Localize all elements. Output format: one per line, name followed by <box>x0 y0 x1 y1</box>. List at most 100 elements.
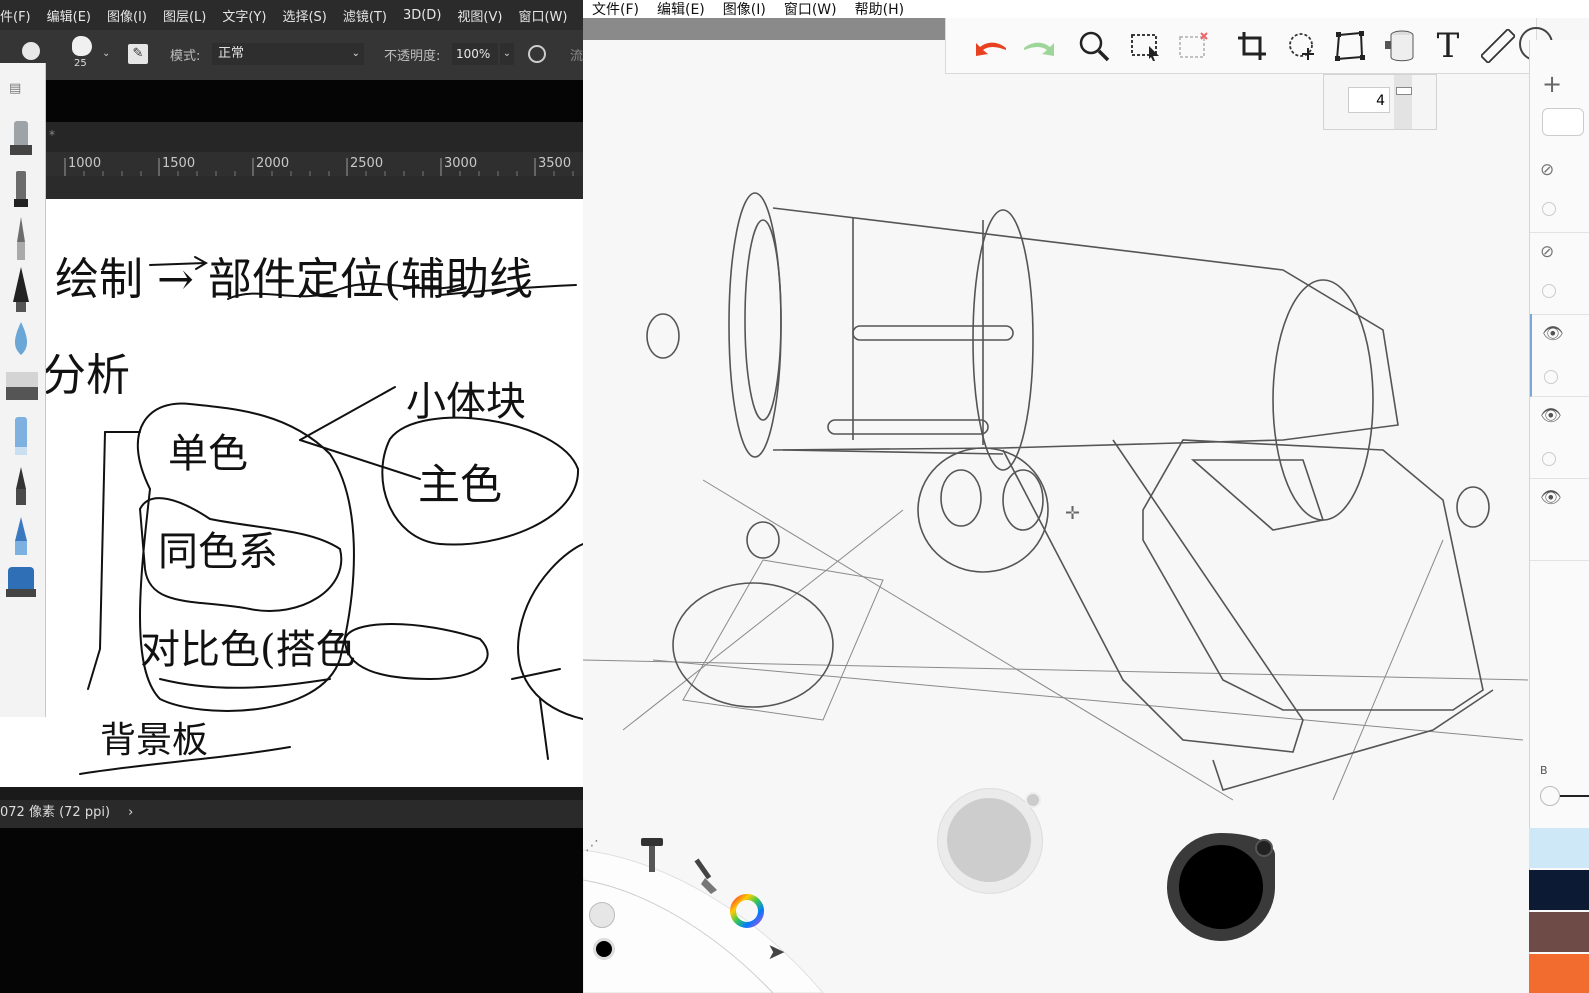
rect-select-button[interactable] <box>1126 26 1166 66</box>
sb-title-strip <box>583 18 945 40</box>
sb-menu-help[interactable]: 帮助(H) <box>846 0 913 19</box>
ps-menu-filter[interactable]: 滤镜(T) <box>335 6 395 25</box>
brush-fine-pen-icon <box>16 467 26 505</box>
add-layer-button[interactable]: + <box>1542 70 1562 98</box>
sb-menu-file[interactable]: 文件(F) <box>583 0 648 19</box>
ps-menu-3d[interactable]: 3D(D) <box>395 8 449 23</box>
brush-blue-pen-icon <box>15 517 27 555</box>
color-puck-primary[interactable] <box>1167 833 1279 945</box>
ruler-icon <box>1481 29 1515 63</box>
current-color-dot[interactable] <box>593 938 615 960</box>
color-swatch[interactable] <box>1529 828 1589 868</box>
layer-row[interactable]: ⊘ <box>1530 150 1589 233</box>
lagoon-pencil-icon[interactable] <box>589 902 615 928</box>
ps-document-tab-strip: * <box>45 122 583 152</box>
layer-row-selected[interactable]: 👁 <box>1530 314 1589 397</box>
chevron-down-icon[interactable]: ⌄ <box>500 43 514 65</box>
note-analysis: 分析 <box>42 350 130 401</box>
distort-icon <box>1335 31 1365 61</box>
color-wheel-icon <box>730 894 764 928</box>
brush-tip-icon[interactable] <box>72 36 92 56</box>
ps-document-canvas[interactable]: 绘制 → 部件定位(辅助线 分析 小体块 主色 单色 同色系 对比色(搭色 背景… <box>0 199 583 787</box>
lagoon-tools-button[interactable] <box>637 834 667 878</box>
hammer-wrench-icon <box>641 838 663 872</box>
ps-menu-type[interactable]: 文字(Y) <box>214 6 274 25</box>
brush-size-input[interactable]: 4 <box>1348 87 1390 113</box>
opacity-slider[interactable] <box>1560 795 1589 797</box>
ps-menu-select[interactable]: 选择(S) <box>274 6 334 25</box>
opacity-label: 不透明度: <box>384 49 441 64</box>
ruler-tick-label: 1500 <box>162 156 196 171</box>
photoshop-window: 件(F) 编辑(E) 图像(I) 图层(L) 文字(Y) 选择(S) 滤镜(T)… <box>0 0 583 993</box>
lagoon-color-wheel-button[interactable] <box>729 893 765 933</box>
ps-menu-edit[interactable]: 编辑(E) <box>39 6 99 25</box>
color-puck-secondary[interactable] <box>937 788 1045 894</box>
eye-visible-icon[interactable]: 👁 <box>1542 324 1564 344</box>
distort-button[interactable] <box>1330 26 1370 66</box>
document-tab-modified[interactable]: * <box>49 128 55 142</box>
color-swatch[interactable] <box>1529 912 1589 952</box>
color-swatch[interactable] <box>1529 870 1589 910</box>
brush-preset-icon[interactable] <box>22 42 40 60</box>
ps-empty-area <box>0 828 583 993</box>
ps-menu-file[interactable]: 件(F) <box>0 6 39 25</box>
zoom-icon <box>1079 31 1110 62</box>
sb-menu-edit[interactable]: 编辑(E) <box>648 0 714 19</box>
color-swatch[interactable] <box>1529 954 1589 993</box>
ps-menu-window[interactable]: 窗口(W) <box>510 6 575 25</box>
layer-row[interactable]: ⊘ <box>1530 232 1589 315</box>
brush-size-slider[interactable] <box>1394 75 1412 129</box>
select-icon <box>1131 34 1159 61</box>
ps-horizontal-ruler: 1000 1500 2000 2500 3000 3500 <box>45 152 583 177</box>
fill-button[interactable] <box>1380 26 1420 66</box>
opacity-input[interactable]: 100% <box>452 43 498 65</box>
redo-button[interactable] <box>1020 26 1060 66</box>
brush-airbrush-icon <box>10 121 32 155</box>
lagoon-expand-icon[interactable]: ⋰ <box>585 838 599 854</box>
eye-visible-icon[interactable]: 👁 <box>1540 406 1562 426</box>
eye-hidden-icon[interactable]: ⊘ <box>1540 160 1554 180</box>
ps-menu-layer[interactable]: 图层(L) <box>155 6 214 25</box>
layer-row[interactable]: 👁 <box>1530 396 1589 479</box>
zoom-button[interactable] <box>1074 26 1114 66</box>
note-small-block: 小体块 <box>406 379 526 425</box>
brush-list <box>6 121 38 597</box>
brush-blue-marker-icon <box>15 417 27 455</box>
crosshair-cursor-icon: ✛ <box>1065 503 1081 524</box>
opacity-knob[interactable] <box>1540 786 1560 806</box>
slider-handle[interactable] <box>1396 87 1412 95</box>
status-expand-arrow[interactable]: › <box>114 805 133 820</box>
lagoon-select-arrow-icon[interactable]: ➤ <box>767 940 785 965</box>
layer-menu-button[interactable] <box>1542 108 1584 136</box>
blend-mode-value: 正常 <box>218 46 245 61</box>
panel-grid-icon[interactable]: ▤ <box>9 81 21 96</box>
blend-mode-select[interactable]: 正常 ⌄ <box>212 43 364 65</box>
brush-panel-toggle-icon[interactable]: ✎ <box>128 44 148 64</box>
ruler-ticks <box>64 158 574 176</box>
lagoon-brush-button[interactable] <box>689 856 721 900</box>
ps-panel-gap <box>45 80 583 122</box>
transform-button[interactable] <box>1282 26 1322 66</box>
undo-button[interactable] <box>970 26 1010 66</box>
crop-button[interactable] <box>1232 26 1272 66</box>
chevron-down-icon[interactable]: ⌄ <box>102 48 110 59</box>
sb-toolbar: T <box>945 18 1553 74</box>
ps-menu-bar: 件(F) 编辑(E) 图像(I) 图层(L) 文字(Y) 选择(S) 滤镜(T)… <box>0 0 583 30</box>
sb-menu-window[interactable]: 窗口(W) <box>775 0 846 19</box>
eye-hidden-icon[interactable]: ⊘ <box>1540 242 1554 262</box>
sb-menu-image[interactable]: 图像(I) <box>714 0 775 19</box>
eye-visible-icon[interactable]: 👁 <box>1540 488 1562 508</box>
pressure-opacity-icon[interactable] <box>528 45 546 63</box>
text-tool-button[interactable]: T <box>1428 26 1468 66</box>
layer-row[interactable]: 👁 <box>1530 478 1589 561</box>
brush-eraser-icon <box>6 372 38 400</box>
ruler-tick-label: 3500 <box>538 156 572 171</box>
deselect-icon <box>1179 32 1208 58</box>
flow-label: 流 <box>570 49 583 64</box>
deselect-button[interactable] <box>1174 26 1214 66</box>
ruler-button[interactable] <box>1478 26 1518 66</box>
ps-menu-image[interactable]: 图像(I) <box>99 6 155 25</box>
lagoon-menu <box>583 849 824 993</box>
ps-menu-view[interactable]: 视图(V) <box>449 6 510 25</box>
brush-icon <box>694 858 717 894</box>
